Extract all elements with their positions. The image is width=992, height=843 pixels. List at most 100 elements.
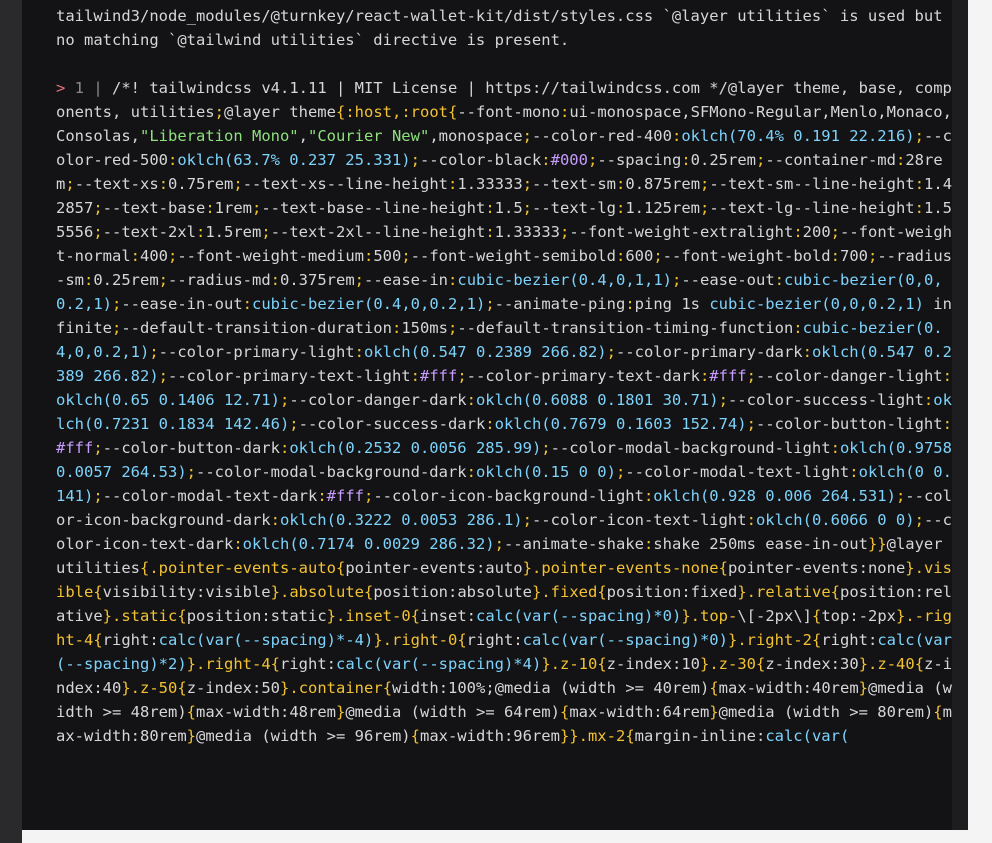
- code-token: --color-primary-dark: [615, 343, 803, 361]
- code-token: {: [933, 703, 943, 721]
- code-token: 150ms: [401, 319, 448, 337]
- code-token: ;: [401, 247, 411, 265]
- code-token: --text-base: [102, 199, 206, 217]
- code-token: }: [280, 679, 290, 697]
- code-token: ;: [718, 391, 728, 409]
- code-token: :: [317, 487, 327, 505]
- code-token: .z-10: [550, 655, 598, 673]
- code-token: right:: [102, 631, 159, 649]
- code-token: --color-icon-background-light: [373, 487, 644, 505]
- code-token: --spacing: [597, 151, 682, 169]
- code-token: ;: [522, 175, 533, 193]
- code-token: max-width:64rem: [569, 703, 710, 721]
- code-token: }: [326, 607, 337, 625]
- code-token: ;: [672, 271, 682, 289]
- code-token: ;: [522, 127, 532, 145]
- code-token: --text-lg--line-height: [709, 199, 915, 217]
- code-token: ;: [914, 511, 924, 529]
- scrollbar-track[interactable]: [952, 0, 968, 830]
- code-token: .right-4: [196, 655, 271, 673]
- code-token: ;: [289, 415, 299, 433]
- code-token: }}: [867, 535, 887, 553]
- code-token: :: [541, 151, 551, 169]
- code-token: }: [522, 559, 532, 577]
- code-token: :: [363, 247, 374, 265]
- code-token: :: [354, 343, 364, 361]
- code-token: --default-transition-timing-function: [457, 319, 794, 337]
- code-token: :: [643, 535, 654, 553]
- code-token: :: [942, 367, 952, 385]
- code-token: --font-weight-medium: [177, 247, 364, 265]
- code-token: :: [699, 367, 710, 385]
- code-token: ;: [522, 511, 532, 529]
- code-token: {: [364, 583, 374, 601]
- code-token: z-index:10: [606, 655, 700, 673]
- code-token: --radius-md: [168, 271, 271, 289]
- code-token: --animate-ping: [494, 295, 626, 313]
- code-token: 1rem: [214, 199, 252, 217]
- code-token: :: [559, 103, 570, 121]
- code-token: {: [382, 679, 393, 697]
- code-token: :: [205, 199, 215, 217]
- code-token: #fff: [419, 367, 458, 385]
- code-token: oklch(70.4% 0.191 22.216): [681, 127, 915, 145]
- code-token: right:: [821, 631, 878, 649]
- code-token: ;: [363, 487, 374, 505]
- code-token: ;: [112, 295, 122, 313]
- code-token: ,monospace: [429, 127, 523, 145]
- code-token: {: [597, 583, 607, 601]
- code-token: --text-xs--line-height: [242, 175, 449, 193]
- code-token: top:-2px: [821, 607, 896, 625]
- code-token: :: [158, 175, 169, 193]
- code-token: ;: [252, 199, 262, 217]
- code-token: --ease-in: [364, 271, 449, 289]
- panel-bottom-edge: [22, 830, 968, 843]
- code-token: oklch(0.547 0.2389 266.82): [363, 343, 607, 361]
- code-token: shake 250ms ease-in-out: [653, 535, 868, 553]
- code-token: --animate-shake: [503, 535, 644, 553]
- code-token: :: [279, 439, 290, 457]
- code-token: --text-base--line-height: [261, 199, 486, 217]
- code-token: }}: [559, 727, 579, 745]
- code-token: :: [793, 319, 803, 337]
- code-token: --color-button-dark: [102, 439, 280, 457]
- code-token: oklch(0.7679 0.1603 152.74): [494, 415, 747, 433]
- code-token: .container: [289, 679, 383, 697]
- code-token: :: [485, 223, 495, 241]
- code-token: calc(var(--spacing)*-4): [158, 631, 374, 649]
- code-token: --text-2xl--line-height: [270, 223, 486, 241]
- code-token: .absolute: [280, 583, 364, 601]
- code-token: oklch(0.65 0.1406 12.71): [56, 391, 280, 409]
- code-token: :: [242, 295, 253, 313]
- code-token: :: [196, 223, 206, 241]
- code-token: ;: [541, 439, 551, 457]
- code-token: :: [830, 439, 840, 457]
- code-token: :: [616, 175, 626, 193]
- page-background: [968, 0, 992, 843]
- code-token: pointer-events:auto: [345, 559, 523, 577]
- code-token: "Liberation Mono": [140, 127, 299, 145]
- code-token: ;: [914, 127, 924, 145]
- error-overlay-panel[interactable]: tailwind3/node_modules/@turnkey/react-wa…: [22, 0, 952, 830]
- code-token: (width >= 64rem): [401, 703, 560, 721]
- code-token: theme: [279, 103, 336, 121]
- code-token: :: [130, 247, 140, 265]
- code-token: }: [541, 655, 551, 673]
- code-token: @media: [196, 727, 252, 745]
- code-token: ;: [168, 247, 178, 265]
- code-token: .fixed: [541, 583, 598, 601]
- code-token: right:: [280, 655, 336, 673]
- code-token: }: [700, 655, 710, 673]
- code-token: :: [830, 247, 840, 265]
- code-token: --text-2xl: [102, 223, 196, 241]
- code-token: {: [914, 655, 925, 673]
- code-token: {: [756, 655, 766, 673]
- code-token: .top-: [690, 607, 738, 625]
- code-token: oklch(0.7174 0.0029 286.32): [242, 535, 495, 553]
- code-token: 1.33333: [457, 175, 523, 193]
- code-token: }: [102, 607, 113, 625]
- code-token: :: [233, 535, 243, 553]
- code-token: "Courier New": [307, 127, 430, 145]
- error-output: tailwind3/node_modules/@turnkey/react-wa…: [56, 4, 952, 748]
- left-gutter: [0, 0, 22, 843]
